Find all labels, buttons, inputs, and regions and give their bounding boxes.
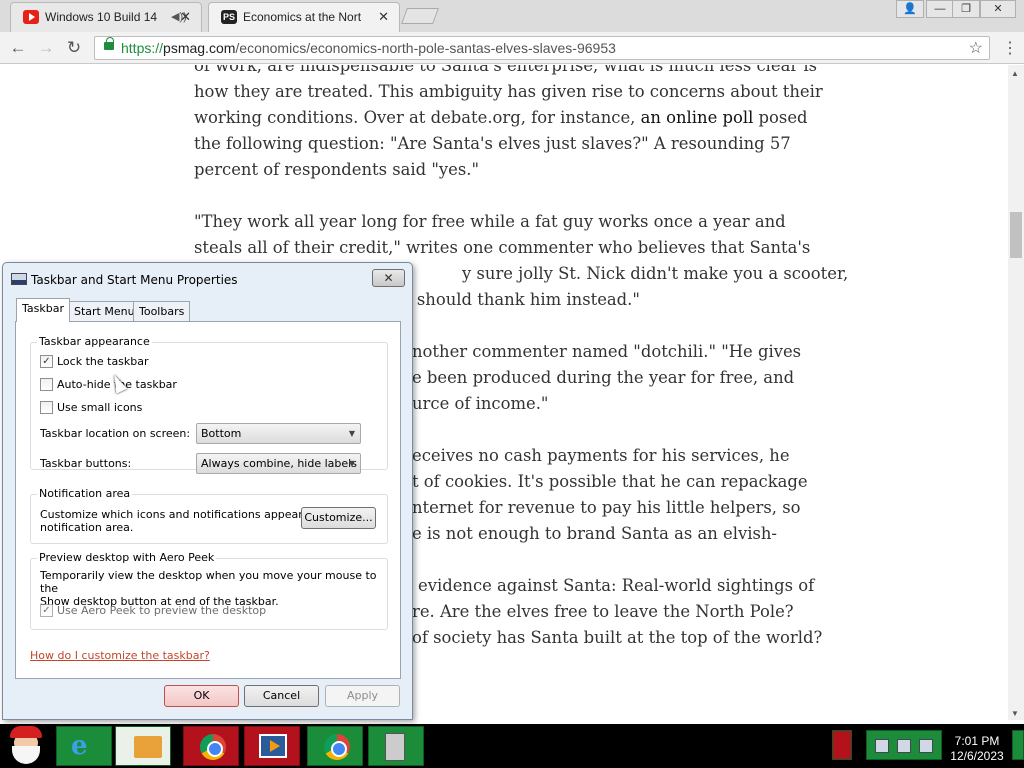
browser-toolbar: ← → ↻ https://psmag.com/economics/econom… bbox=[0, 32, 1024, 64]
scroll-down-icon[interactable]: ▼ bbox=[1011, 709, 1019, 718]
restore-button[interactable]: ❐ bbox=[952, 0, 980, 18]
taskbar-ie[interactable]: e bbox=[56, 726, 112, 766]
notification-tray bbox=[866, 730, 942, 760]
chevron-down-icon: ▼ bbox=[348, 459, 355, 468]
apply-button[interactable]: Apply bbox=[325, 685, 400, 707]
chrome-icon bbox=[324, 734, 350, 760]
tray-icon[interactable] bbox=[875, 739, 889, 753]
tab-youtube[interactable]: Windows 10 Build 14 ◀)) ✕ bbox=[10, 2, 202, 32]
tab-title: Windows 10 Build 14 bbox=[45, 10, 158, 24]
taskbar-explorer[interactable] bbox=[115, 726, 171, 766]
taskbar-chrome-2[interactable] bbox=[307, 726, 363, 766]
small-icons-checkbox[interactable] bbox=[40, 400, 53, 414]
reload-button[interactable]: ↻ bbox=[64, 38, 84, 58]
small-icons-row[interactable]: Use small icons bbox=[40, 399, 142, 415]
start-button[interactable] bbox=[4, 726, 48, 766]
checkbox-label: Use Aero Peek to preview the desktop bbox=[57, 603, 267, 617]
page-scrollbar[interactable]: ▲ ▼ bbox=[1008, 65, 1024, 720]
checkbox-label: Use small icons bbox=[57, 400, 143, 414]
dialog-title: Taskbar and Start Menu Properties bbox=[31, 273, 238, 287]
chrome-icon bbox=[200, 734, 226, 760]
online-poll-link[interactable]: an online poll bbox=[641, 108, 754, 127]
help-link[interactable]: How do I customize the taskbar? bbox=[30, 649, 210, 662]
group-title: Notification area bbox=[37, 487, 133, 500]
volume-icon[interactable] bbox=[919, 739, 933, 753]
article-paragraph: of work, are indispensable to Santa's en… bbox=[194, 65, 823, 179]
ie-icon: e bbox=[71, 731, 88, 761]
taskbar-appearance-group: Taskbar appearance ✓ Lock the taskbar Au… bbox=[30, 335, 388, 474]
user-icon[interactable]: 👤 bbox=[896, 0, 924, 18]
dialog-close-button[interactable]: ✕ bbox=[372, 269, 405, 287]
media-player-icon bbox=[259, 734, 287, 758]
group-title: Preview desktop with Aero Peek bbox=[37, 551, 217, 564]
group-title: Taskbar appearance bbox=[37, 335, 152, 348]
address-bar[interactable]: https://psmag.com/economics/economics-no… bbox=[94, 36, 990, 60]
youtube-icon bbox=[23, 10, 39, 24]
aero-peek-row[interactable]: ✓ Use Aero Peek to preview the desktop bbox=[40, 602, 266, 618]
scroll-up-icon[interactable]: ▲ bbox=[1011, 69, 1019, 78]
aero-peek-group: Preview desktop with Aero Peek Temporari… bbox=[30, 551, 388, 630]
auto-hide-checkbox[interactable] bbox=[40, 377, 53, 391]
taskbar-tab-panel: Taskbar appearance ✓ Lock the taskbar Au… bbox=[15, 321, 401, 679]
browser-titlebar: Windows 10 Build 14 ◀)) ✕ PS Economics a… bbox=[0, 0, 1024, 32]
computer-icon bbox=[385, 733, 405, 761]
taskbar-clock[interactable]: 7:01 PM 12/6/2023 bbox=[944, 734, 1010, 764]
show-desktop-button[interactable] bbox=[1012, 730, 1024, 760]
psmag-icon: PS bbox=[221, 10, 237, 24]
notification-desc: Customize which icons and notifications … bbox=[40, 508, 338, 534]
scroll-thumb[interactable] bbox=[1010, 212, 1022, 258]
santa-hat-icon bbox=[10, 726, 42, 738]
tray-flag[interactable] bbox=[832, 730, 852, 760]
cancel-button[interactable]: Cancel bbox=[244, 685, 319, 707]
buttons-select[interactable]: Always combine, hide labels ▼ bbox=[196, 453, 361, 474]
clock-time: 7:01 PM bbox=[954, 734, 1000, 748]
windows-taskbar: e bbox=[0, 724, 1024, 768]
notification-area-group: Notification area Customize which icons … bbox=[30, 487, 388, 544]
close-tab-icon[interactable]: ✕ bbox=[180, 9, 191, 25]
bookmark-star-icon[interactable]: ☆ bbox=[969, 38, 983, 58]
chevron-down-icon: ▼ bbox=[348, 429, 355, 438]
network-icon[interactable] bbox=[897, 739, 911, 753]
url-text: https://psmag.com/economics/economics-no… bbox=[121, 40, 616, 56]
buttons-value: Always combine, hide labels bbox=[201, 457, 357, 470]
tab-taskbar[interactable]: Taskbar bbox=[16, 298, 70, 322]
new-tab-button[interactable] bbox=[401, 8, 439, 24]
minimize-button[interactable]: — bbox=[926, 0, 954, 18]
close-tab-icon[interactable]: ✕ bbox=[378, 9, 389, 25]
taskbar-computer[interactable] bbox=[368, 726, 424, 766]
tab-start-menu[interactable]: Start Menu bbox=[68, 301, 141, 321]
taskbar-chrome-1[interactable] bbox=[183, 726, 239, 766]
lock-icon bbox=[104, 37, 114, 50]
customize-button[interactable]: Customize... bbox=[301, 507, 376, 529]
taskbar-media-player[interactable] bbox=[244, 726, 300, 766]
location-label: Taskbar location on screen: bbox=[40, 427, 191, 440]
close-window-button[interactable]: ✕ bbox=[980, 0, 1016, 18]
tab-economics[interactable]: PS Economics at the North P ✕ bbox=[208, 2, 400, 32]
menu-icon[interactable]: ⋮ bbox=[1002, 38, 1018, 58]
lock-taskbar-row[interactable]: ✓ Lock the taskbar bbox=[40, 353, 149, 369]
checkbox-label: Lock the taskbar bbox=[57, 354, 149, 368]
tab-title: Economics at the North P bbox=[243, 10, 361, 24]
location-value: Bottom bbox=[201, 427, 242, 440]
santa-beard-icon bbox=[12, 746, 40, 764]
forward-button[interactable]: → bbox=[36, 38, 56, 58]
taskbar-properties-dialog: Taskbar and Start Menu Properties ✕ Task… bbox=[2, 262, 413, 720]
clock-date: 12/6/2023 bbox=[950, 749, 1004, 763]
back-button[interactable]: ← bbox=[8, 38, 28, 58]
ok-button[interactable]: OK bbox=[164, 685, 239, 707]
location-select[interactable]: Bottom ▼ bbox=[196, 423, 361, 444]
lock-taskbar-checkbox[interactable]: ✓ bbox=[40, 354, 53, 368]
folder-icon bbox=[134, 736, 162, 758]
tab-toolbars[interactable]: Toolbars bbox=[133, 301, 191, 321]
buttons-label: Taskbar buttons: bbox=[40, 457, 132, 470]
aero-peek-checkbox[interactable]: ✓ bbox=[40, 603, 53, 617]
taskbar-icon bbox=[11, 273, 27, 285]
